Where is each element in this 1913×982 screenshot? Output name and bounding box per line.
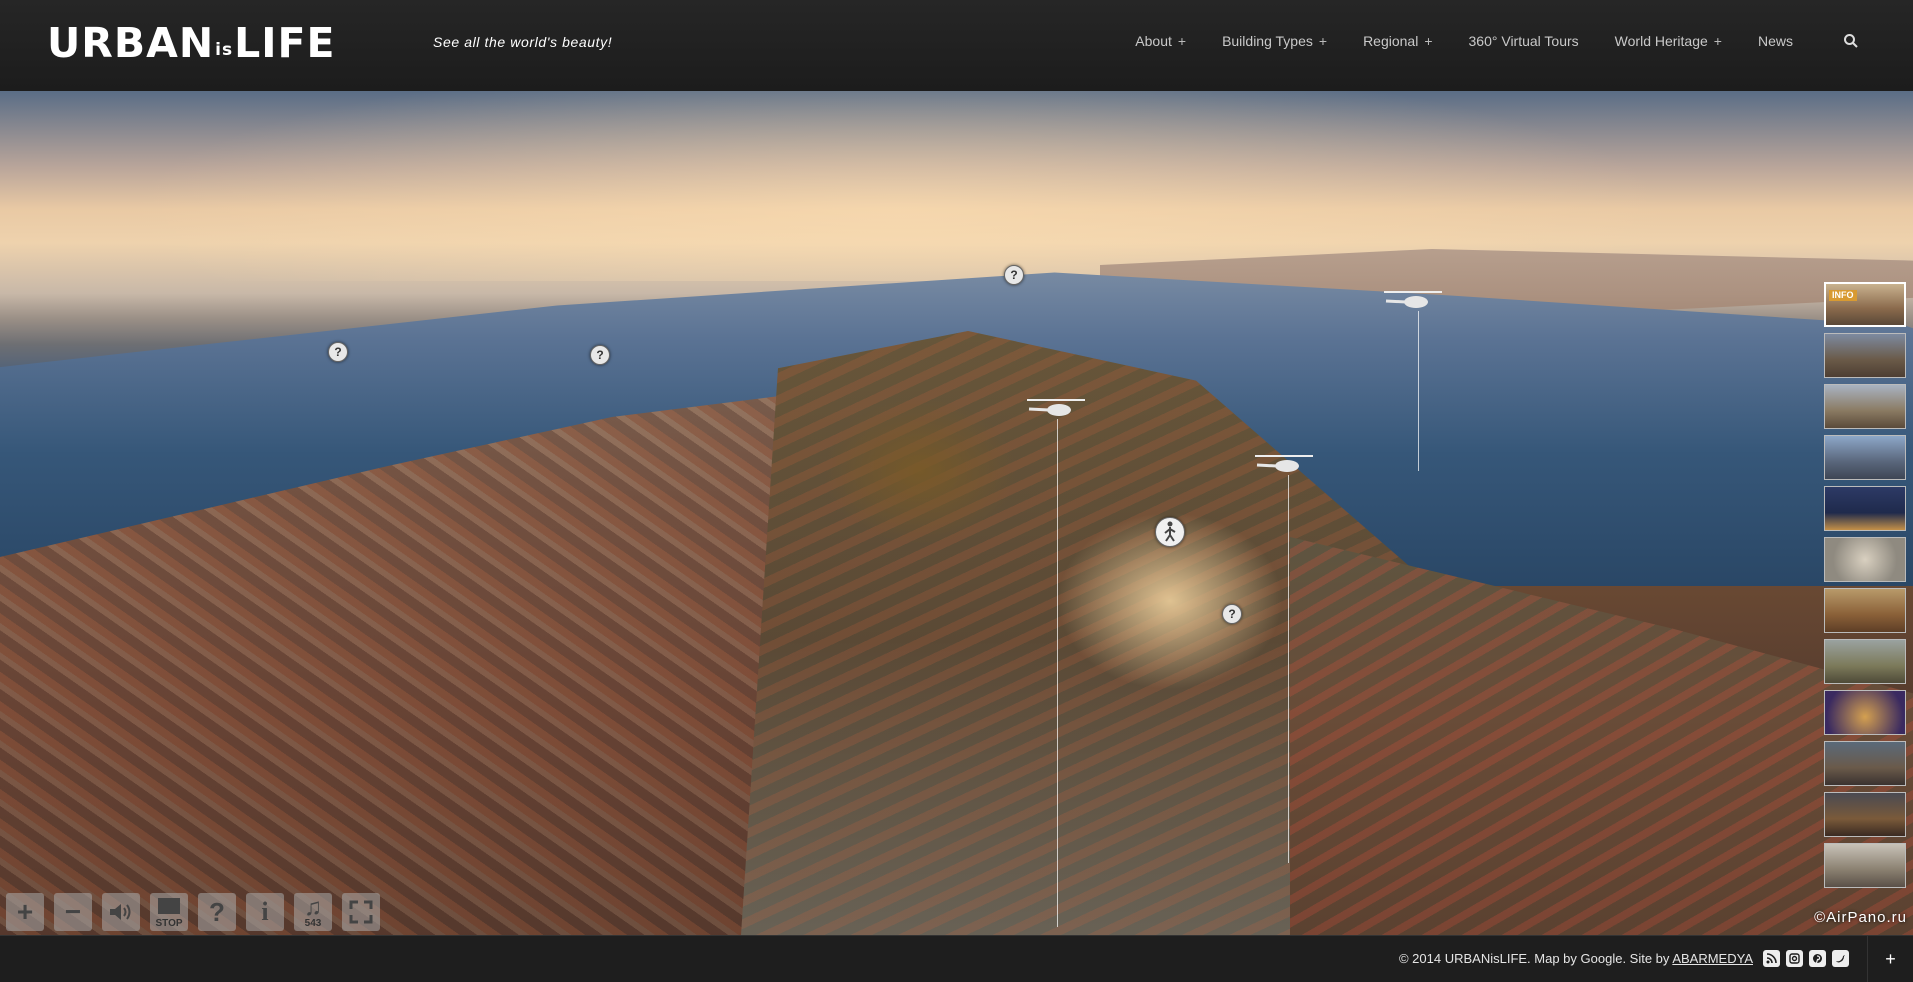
footer-copyright: © 2014 URBANisLIFE. Map by Google. Site … xyxy=(1398,951,1670,966)
plus-icon: + xyxy=(1318,33,1328,49)
nav-item-label: 360° Virtual Tours xyxy=(1468,33,1579,49)
site-footer: © 2014 URBANisLIFE. Map by Google. Site … xyxy=(0,935,1913,982)
plus-icon: + xyxy=(1177,33,1187,49)
social-links xyxy=(1763,950,1849,967)
logo-text-urban: URBAN xyxy=(47,19,215,67)
nav-item-regional[interactable]: Regional + xyxy=(1345,33,1450,49)
nav-item-news[interactable]: News xyxy=(1740,33,1811,49)
footer-toggle-button[interactable]: + xyxy=(1867,936,1913,982)
scene-thumbnail[interactable] xyxy=(1824,333,1906,378)
zoom-in-icon[interactable]: + xyxy=(6,893,44,931)
info-glyph: i xyxy=(261,897,269,926)
logo-text-is: is xyxy=(215,40,234,60)
helicopter-icon[interactable] xyxy=(1025,397,1087,927)
scene-thumbnail[interactable] xyxy=(1824,792,1906,837)
search-icon[interactable] xyxy=(1843,33,1859,49)
hotspot-question-icon[interactable]: ? xyxy=(590,345,610,365)
site-logo[interactable]: URBAN is LIFE xyxy=(47,20,336,66)
scene-thumbnail[interactable] xyxy=(1824,588,1906,633)
scene-thumbnail[interactable] xyxy=(1824,690,1906,735)
nav-item-building-types[interactable]: Building Types + xyxy=(1204,33,1345,49)
nav-item-label: Regional xyxy=(1363,33,1419,49)
site-tagline: See all the world's beauty! xyxy=(433,34,613,50)
pinterest-icon[interactable] xyxy=(1809,950,1826,967)
scene-thumbnail[interactable] xyxy=(1824,639,1906,684)
plus-icon: + xyxy=(1713,33,1722,49)
fullscreen-icon[interactable] xyxy=(342,893,380,931)
help-icon[interactable]: ? xyxy=(198,893,236,931)
scene-thumbnail[interactable] xyxy=(1824,384,1906,429)
stop-icon[interactable]: STOP xyxy=(150,893,188,931)
footer-site-link[interactable]: ABARMEDYA xyxy=(1672,951,1753,966)
music-track-number: 543 xyxy=(304,918,322,929)
logo-text-life: LIFE xyxy=(234,19,336,67)
helicopter-icon[interactable] xyxy=(1382,289,1444,471)
sound-icon[interactable] xyxy=(102,893,140,931)
hotspot-question-icon[interactable]: ? xyxy=(1004,265,1024,285)
main-nav: About + Building Types + Regional + 360° Vi… xyxy=(1117,33,1811,49)
scene-thumbnail[interactable] xyxy=(1824,486,1906,531)
panorama-viewer[interactable]: ? ? ? ? INFO + − STOP ? i ♫ 543 ©AirPano… xyxy=(0,91,1913,935)
instagram-icon[interactable] xyxy=(1786,950,1803,967)
helicopter-icon[interactable] xyxy=(1253,453,1315,863)
stop-label: STOP xyxy=(155,918,183,929)
nav-item-label: About xyxy=(1135,33,1172,49)
zoom-in-glyph: + xyxy=(16,896,34,927)
scene-thumbnail[interactable] xyxy=(1824,435,1906,480)
site-header: URBAN is LIFE See all the world's beauty… xyxy=(0,0,1913,92)
zoom-out-glyph: − xyxy=(64,896,82,927)
nav-item-label: Building Types xyxy=(1222,33,1313,49)
scene-thumbnail[interactable] xyxy=(1824,537,1906,582)
nav-item-virtual-tours[interactable]: 360° Virtual Tours xyxy=(1451,33,1597,49)
music-icon[interactable]: ♫ 543 xyxy=(294,893,332,931)
zoom-out-icon[interactable]: − xyxy=(54,893,92,931)
nav-item-about[interactable]: About + xyxy=(1117,33,1204,49)
twitter-icon[interactable] xyxy=(1832,950,1849,967)
rss-icon[interactable] xyxy=(1763,950,1780,967)
info-badge: INFO xyxy=(1829,290,1857,301)
walking-person-icon[interactable] xyxy=(1155,517,1185,547)
plus-icon: + xyxy=(1424,33,1433,49)
airpano-watermark: ©AirPano.ru xyxy=(1814,909,1907,926)
nav-item-world-heritage[interactable]: World Heritage + xyxy=(1597,33,1740,49)
scene-thumbnail[interactable] xyxy=(1824,741,1906,786)
footer-credits: © 2014 URBANisLIFE. Map by Google. Site … xyxy=(1399,951,1753,966)
hotspot-question-icon[interactable]: ? xyxy=(328,342,348,362)
info-icon[interactable]: i xyxy=(246,893,284,931)
stop-square xyxy=(158,898,180,914)
panorama-controls: + − STOP ? i ♫ 543 xyxy=(6,893,380,931)
scene-thumbnail[interactable]: INFO xyxy=(1824,282,1906,327)
nav-item-label: News xyxy=(1757,33,1793,49)
nav-item-label: World Heritage xyxy=(1614,33,1708,49)
scene-thumbnail[interactable] xyxy=(1824,843,1906,888)
hotspot-question-icon[interactable]: ? xyxy=(1222,604,1242,624)
help-glyph: ? xyxy=(209,896,225,927)
scene-thumbnails: INFO xyxy=(1824,282,1906,888)
sky xyxy=(0,91,1913,281)
